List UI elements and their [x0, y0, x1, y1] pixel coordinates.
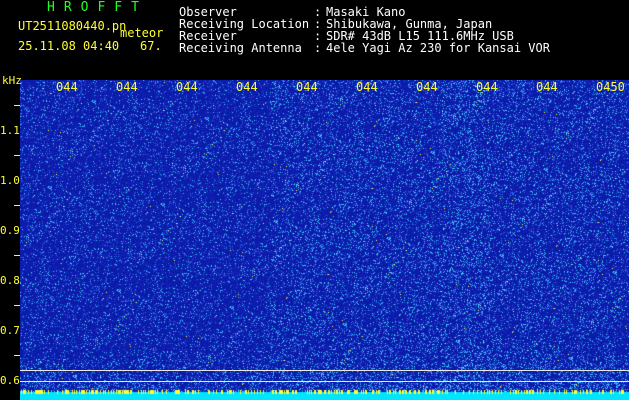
x-tick-label: 044: [296, 80, 318, 94]
count: 67.: [140, 39, 162, 53]
y-tick-mark: [14, 355, 20, 356]
y-tick-mark: [14, 305, 20, 306]
spectrogram-canvas: [20, 80, 629, 400]
spectrogram-plot: [20, 80, 629, 400]
timestamp: 25.11.08 04:40: [18, 39, 120, 53]
y-tick-mark: [14, 255, 20, 256]
axis-unit-label: kHz: [2, 74, 22, 87]
header-left: HROFFT UT2511080440.pn meteor 25.11.08 0…: [0, 0, 170, 70]
reference-line: [20, 381, 629, 382]
x-tick-label: 044: [476, 80, 498, 94]
y-tick-label: 1.1: [0, 124, 20, 137]
y-tick-label: 1.0: [0, 174, 20, 187]
app-title: HROFFT: [47, 0, 148, 15]
x-tick-label: 044: [116, 80, 138, 94]
x-tick-label: 044: [536, 80, 558, 94]
x-tick-label: 044: [356, 80, 378, 94]
y-tick-label: 0.8: [0, 274, 20, 287]
reference-line: [20, 370, 629, 371]
x-tick-label: 044: [56, 80, 78, 94]
y-tick-mark: [14, 205, 20, 206]
y-tick-mark: [14, 155, 20, 156]
mode-label: meteor: [120, 26, 164, 40]
y-tick-label: 0.7: [0, 324, 20, 337]
y-tick-label: 0.6: [0, 374, 20, 387]
x-tick-label: 044: [416, 80, 438, 94]
y-tick-label: 0.9: [0, 224, 20, 237]
x-tick-label: 0450: [596, 80, 625, 94]
file-name: UT2511080440.pn: [18, 19, 127, 33]
info-value-antenna: 4ele Yagi Az 230 for Kansai VOR: [326, 41, 550, 55]
x-tick-label: 044: [176, 80, 198, 94]
x-tick-label: 044: [236, 80, 258, 94]
info-label-antenna: Receiving Antenna: [179, 41, 302, 55]
info-sep: :: [314, 41, 322, 55]
y-tick-mark: [14, 105, 20, 106]
